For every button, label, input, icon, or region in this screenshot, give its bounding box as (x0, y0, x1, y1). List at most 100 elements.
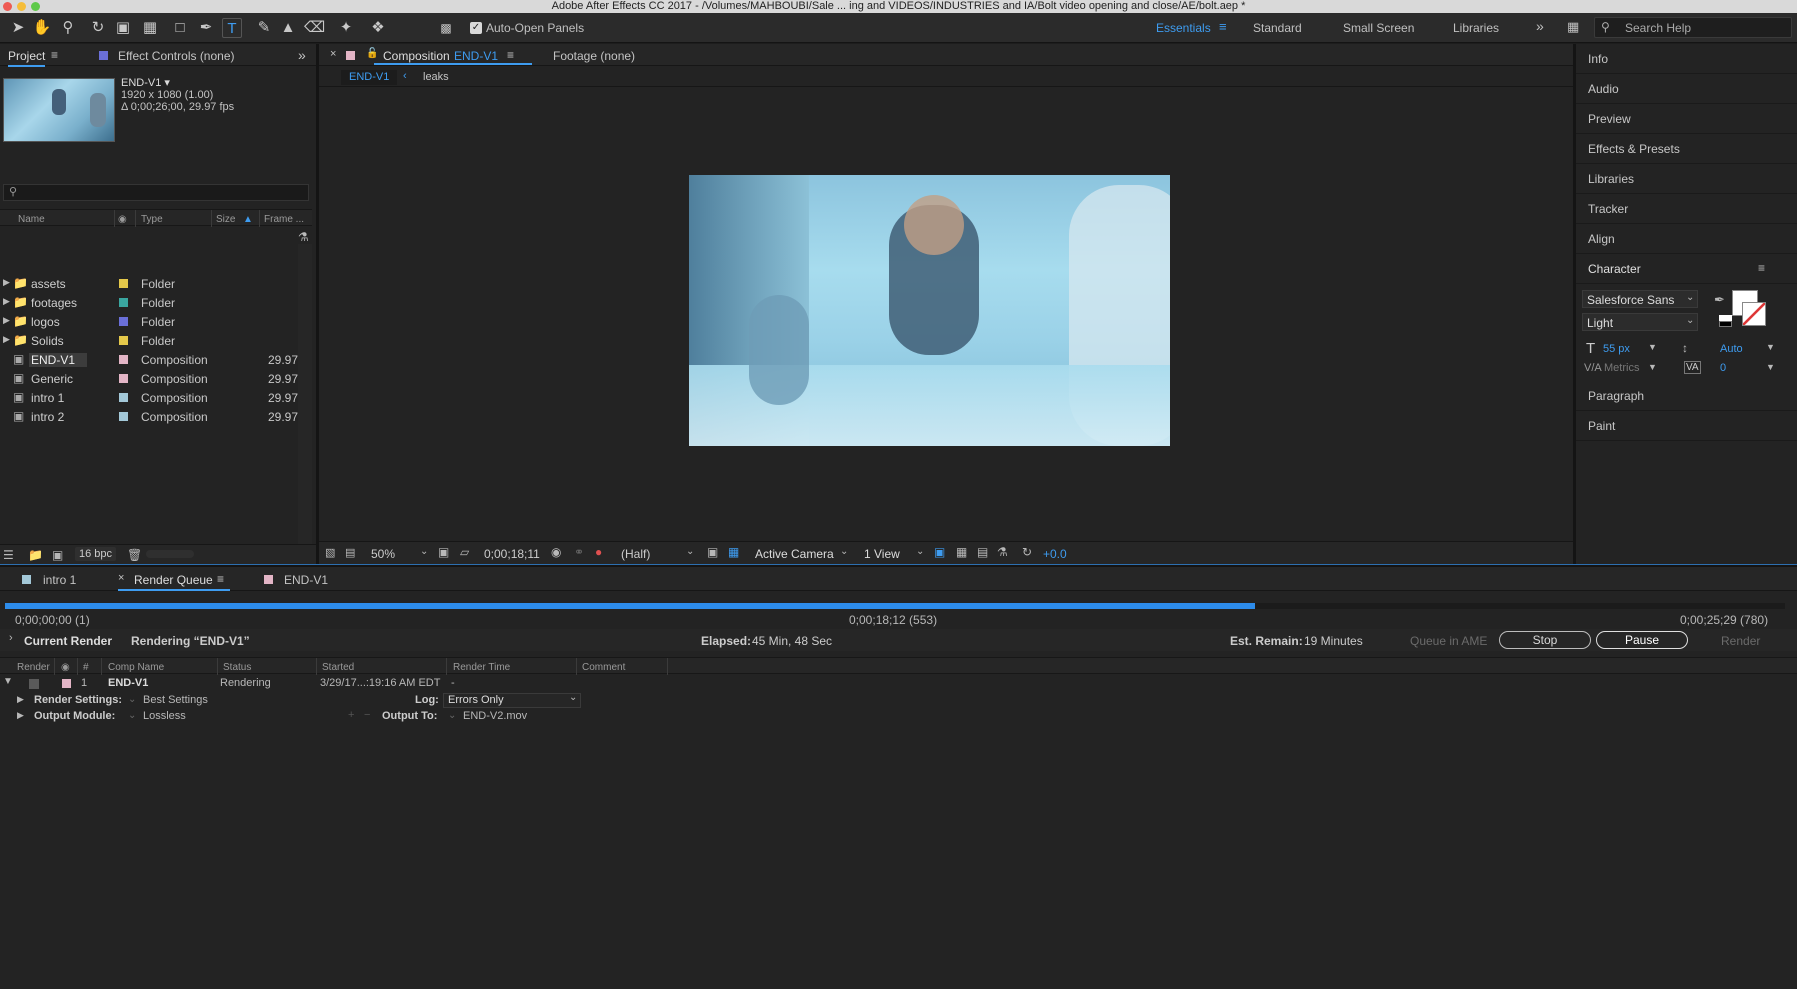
pause-button[interactable]: Pause (1596, 631, 1688, 649)
eraser-tool-icon[interactable]: ⌫ (304, 18, 325, 38)
right-panel-item-paragraph[interactable]: Paragraph (1576, 381, 1797, 411)
project-item[interactable]: ▶ 📁 Solids Folder (0, 331, 310, 350)
label-color-icon[interactable] (119, 279, 128, 288)
column-render-time[interactable]: Render Time (453, 662, 510, 673)
label-color-icon[interactable] (119, 412, 128, 421)
mask-visibility-icon[interactable]: ▱ (460, 545, 469, 559)
kerning-value[interactable]: Metrics (1604, 362, 1639, 374)
log-select[interactable]: Errors Only ⌄ (443, 692, 581, 708)
expand-triangle-icon[interactable]: ▶ (3, 277, 10, 288)
snapshot-icon[interactable]: ◉ (551, 545, 561, 559)
character-panel-menu-icon[interactable]: ≡ (1758, 261, 1765, 275)
workspace-libraries[interactable]: Libraries (1453, 21, 1499, 35)
project-item[interactable]: ▶ 📁 logos Folder (0, 312, 310, 331)
trash-icon[interactable]: 🗑 (127, 548, 142, 562)
label-column-icon[interactable]: ◉ (61, 662, 70, 673)
panel-menu-icon[interactable]: ≡ (217, 572, 224, 586)
clone-stamp-tool-icon[interactable]: ▲ (278, 18, 298, 38)
black-swatch-icon[interactable] (1719, 321, 1732, 327)
transparency-grid-icon[interactable]: ▦ (728, 545, 739, 559)
label-color-icon[interactable] (119, 355, 128, 364)
column-started[interactable]: Started (322, 662, 354, 673)
zoom-select[interactable]: 50% (371, 547, 395, 561)
tab-footage[interactable]: Footage (none) (553, 49, 635, 63)
selected-item-name[interactable]: END-V1 ▾ (121, 76, 170, 89)
lock-icon[interactable]: 🔓 (366, 48, 378, 59)
reset-exposure-icon[interactable]: ↻ (1022, 545, 1032, 559)
panel-menu-icon[interactable]: ≡ (51, 48, 58, 62)
expand-triangle-icon[interactable]: ▶ (17, 710, 24, 721)
tab-end-v1[interactable]: END-V1 (284, 573, 328, 587)
project-item[interactable]: ▣ END-V1 Composition 29.97 (0, 350, 310, 369)
fast-previews-icon[interactable]: ▦ (956, 545, 967, 559)
workspace-small-screen[interactable]: Small Screen (1343, 21, 1414, 35)
breadcrumb-end-v1[interactable]: END-V1 (341, 70, 398, 85)
thumbnail-scroller[interactable] (146, 550, 194, 558)
render-queue-item[interactable]: ▼ 1 END-V1 Rendering 3/29/17...:19:16 AM… (0, 676, 1797, 692)
output-to-value[interactable]: END-V2.mov (463, 710, 527, 722)
new-composition-icon[interactable]: ▣ (52, 548, 63, 562)
project-item[interactable]: ▣ intro 1 Composition 29.97 (0, 388, 310, 407)
label-color-icon[interactable] (119, 298, 128, 307)
fit-icon[interactable]: ▣ (438, 545, 449, 559)
add-output-module-icon[interactable]: + (348, 709, 354, 721)
remove-output-module-icon[interactable]: − (364, 709, 370, 721)
font-style-select[interactable]: Light (1582, 313, 1698, 331)
hand-tool-icon[interactable]: ✋ (32, 18, 52, 38)
panel-overflow-icon[interactable]: » (298, 47, 306, 63)
leading-value[interactable]: Auto (1720, 343, 1743, 355)
output-module-value[interactable]: Lossless (143, 710, 186, 722)
eyedropper-icon[interactable]: ✒ (1714, 292, 1725, 308)
selection-tool-icon[interactable]: ➤ (8, 18, 28, 38)
project-item[interactable]: ▶ 📁 assets Folder (0, 274, 310, 293)
right-panel-item-info[interactable]: Info (1576, 44, 1797, 74)
label-color-icon[interactable] (119, 393, 128, 402)
label-color-icon[interactable] (119, 317, 128, 326)
flowchart-icon[interactable]: ⚗ (298, 230, 309, 244)
right-panel-item-preview[interactable]: Preview (1576, 104, 1797, 134)
expand-icon[interactable]: › (9, 632, 13, 644)
toggle-pixel-aspect-icon[interactable]: ▣ (934, 545, 945, 559)
render-settings-value[interactable]: Best Settings (143, 694, 208, 706)
flowchart-icon[interactable]: ⚗ (997, 545, 1008, 559)
tab-project[interactable]: Project (8, 49, 46, 67)
right-panel-item-tracker[interactable]: Tracker (1576, 194, 1797, 224)
view-layout-select[interactable]: 1 View (864, 547, 900, 561)
column-type[interactable]: Type (141, 214, 163, 225)
camera-tool-icon[interactable]: ▣ (113, 18, 133, 38)
collapse-triangle-icon[interactable]: ▼ (3, 676, 13, 687)
render-checkbox[interactable] (29, 679, 39, 689)
project-item[interactable]: ▶ 📁 footages Folder (0, 293, 310, 312)
label-column-icon[interactable]: ◉ (118, 214, 127, 225)
type-tool-icon[interactable]: T (222, 18, 242, 38)
resolution-select[interactable]: (Half) (621, 547, 650, 561)
color-channel-icon[interactable]: ● (595, 545, 602, 559)
roto-brush-tool-icon[interactable]: ✦ (336, 18, 356, 38)
tab-comp-name[interactable]: END-V1 (454, 49, 498, 63)
right-panel-item-libraries[interactable]: Libraries (1576, 164, 1797, 194)
window-layout-icon[interactable]: ▦ (1567, 19, 1579, 35)
item-comp-name[interactable]: END-V1 (108, 677, 148, 689)
project-item[interactable]: ▣ Generic Composition 29.97 (0, 369, 310, 388)
render-button[interactable]: Render (1721, 634, 1760, 648)
auto-open-checkbox[interactable]: ✓ (470, 22, 482, 34)
monitor-icon[interactable]: ▤ (345, 546, 355, 559)
camera-select[interactable]: Active Camera (755, 547, 834, 561)
new-folder-icon[interactable]: 📁 (28, 548, 43, 562)
column-comp-name[interactable]: Comp Name (108, 662, 164, 673)
stop-button[interactable]: Stop (1499, 631, 1591, 649)
expand-triangle-icon[interactable]: ▶ (17, 694, 24, 705)
tab-render-queue[interactable]: Render Queue (134, 573, 213, 587)
rectangle-tool-icon[interactable]: □ (170, 18, 190, 38)
always-preview-icon[interactable]: ▧ (325, 546, 335, 559)
column-render[interactable]: Render (17, 662, 50, 673)
project-item[interactable]: ▣ intro 2 Composition 29.97 (0, 407, 310, 426)
label-color-icon[interactable] (119, 336, 128, 345)
bit-depth-button[interactable]: 16 bpc (75, 547, 117, 561)
right-panel-item-audio[interactable]: Audio (1576, 74, 1797, 104)
zoom-window-button[interactable] (31, 2, 40, 11)
exposure-value[interactable]: +0.0 (1043, 547, 1067, 561)
right-panel-item-align[interactable]: Align (1576, 224, 1797, 254)
pen-tool-icon[interactable]: ✒ (196, 18, 216, 38)
panel-toggle-icon[interactable]: ▩ (436, 18, 456, 38)
